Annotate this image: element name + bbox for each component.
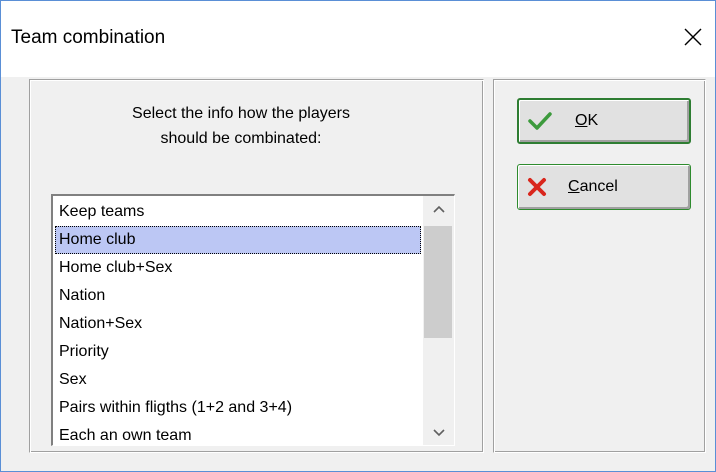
title-bar: Team combination xyxy=(1,1,715,77)
cancel-button[interactable]: Cancel xyxy=(517,164,691,210)
checkmark-icon xyxy=(527,109,557,133)
instructions-text: Select the info how the players should b… xyxy=(61,101,421,151)
list-item[interactable]: Sex xyxy=(55,366,421,394)
dialog-title: Team combination xyxy=(11,27,166,48)
cancel-label: Cancel xyxy=(568,178,618,196)
list-item[interactable]: Pairs within fligths (1+2 and 3+4) xyxy=(55,394,421,422)
list-item[interactable]: Nation+Sex xyxy=(55,310,421,338)
dialog-window: Team combination Select the info how the… xyxy=(0,0,716,472)
list-item-selected[interactable]: Home club xyxy=(55,226,421,254)
list-item[interactable]: Home club+Sex xyxy=(55,254,421,282)
ok-label-rest: K xyxy=(587,112,599,129)
cancel-accelerator: C xyxy=(568,178,580,195)
chevron-down-icon xyxy=(432,429,445,437)
ok-button[interactable]: OK xyxy=(517,98,691,144)
chevron-up-icon xyxy=(432,205,445,213)
list-item[interactable]: Priority xyxy=(55,338,421,366)
vertical-scrollbar[interactable] xyxy=(423,196,454,445)
close-button[interactable] xyxy=(671,15,715,59)
ok-accelerator: O xyxy=(575,112,588,129)
instructions-line-1: Select the info how the players xyxy=(132,105,350,122)
combination-listbox[interactable]: Keep teams Home club Home club+Sex Natio… xyxy=(51,194,455,446)
ok-label: OK xyxy=(575,112,598,130)
list-items: Keep teams Home club Home club+Sex Natio… xyxy=(55,198,421,445)
scroll-up-button[interactable] xyxy=(423,196,454,222)
instructions-line-2: should be combinated: xyxy=(160,130,322,147)
list-item[interactable]: Each an own team xyxy=(55,422,421,445)
cancel-label-rest: ancel xyxy=(579,178,618,195)
x-mark-icon xyxy=(526,175,556,199)
list-item[interactable]: Nation xyxy=(55,282,421,310)
scroll-down-button[interactable] xyxy=(423,420,454,445)
list-item[interactable]: Keep teams xyxy=(55,198,421,226)
close-icon xyxy=(684,28,702,46)
scroll-thumb[interactable] xyxy=(424,226,452,338)
